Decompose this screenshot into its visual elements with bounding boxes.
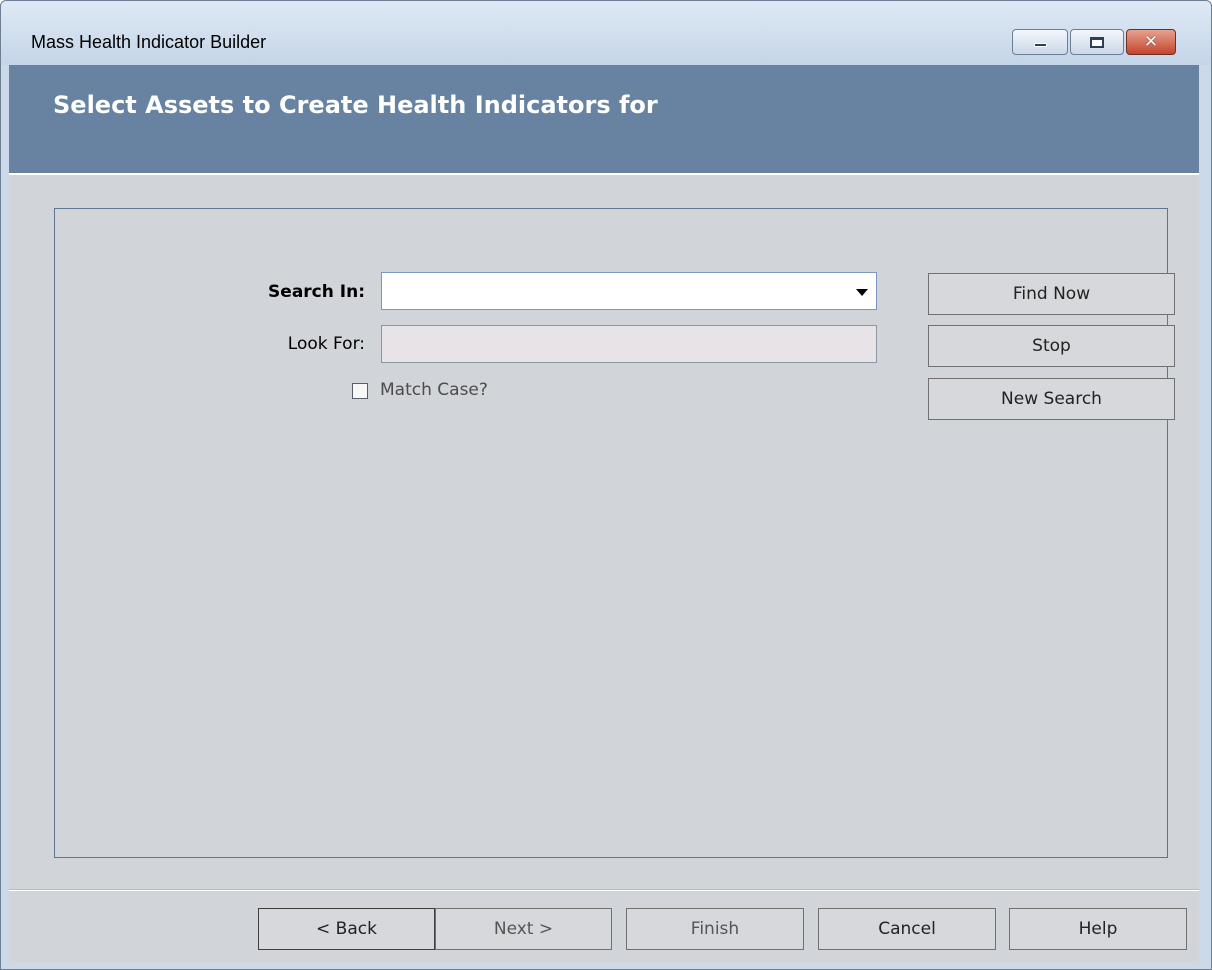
window-title: Mass Health Indicator Builder	[31, 32, 267, 52]
cancel-button[interactable]: Cancel	[818, 908, 996, 950]
help-button[interactable]: Help	[1009, 908, 1187, 950]
close-icon: ✕	[1143, 32, 1159, 52]
new-search-button[interactable]: New Search	[928, 378, 1175, 420]
stop-button[interactable]: Stop	[928, 325, 1175, 367]
minimize-button[interactable]	[1012, 29, 1068, 55]
look-for-input[interactable]	[381, 325, 877, 363]
next-button[interactable]: Next >	[435, 908, 612, 950]
match-case-checkbox[interactable]	[352, 383, 368, 399]
maximize-button[interactable]	[1070, 29, 1124, 55]
wizard-window: Mass Health Indicator Builder ✕ Select A…	[0, 0, 1212, 970]
wizard-content: Search In: Look For: Match Case? Find No…	[9, 173, 1199, 963]
search-in-dropdown[interactable]	[381, 272, 877, 310]
minimize-icon	[1033, 43, 1047, 47]
back-button[interactable]: < Back	[258, 908, 435, 950]
finish-button[interactable]: Finish	[626, 908, 804, 950]
find-now-button[interactable]: Find Now	[928, 273, 1175, 315]
footer-divider	[9, 889, 1199, 891]
maximize-icon	[1090, 36, 1104, 48]
title-bar[interactable]: Mass Health Indicator Builder ✕	[1, 1, 1211, 65]
wizard-header: Select Assets to Create Health Indicator…	[9, 65, 1199, 173]
close-button[interactable]: ✕	[1126, 29, 1176, 55]
chevron-down-icon[interactable]	[856, 289, 868, 296]
search-in-label: Search In:	[268, 282, 365, 302]
match-case-label[interactable]: Match Case?	[380, 380, 488, 400]
search-group-box: Search In: Look For: Match Case? Find No…	[54, 208, 1175, 858]
page-title: Select Assets to Create Health Indicator…	[53, 91, 658, 119]
look-for-label: Look For:	[287, 334, 365, 354]
